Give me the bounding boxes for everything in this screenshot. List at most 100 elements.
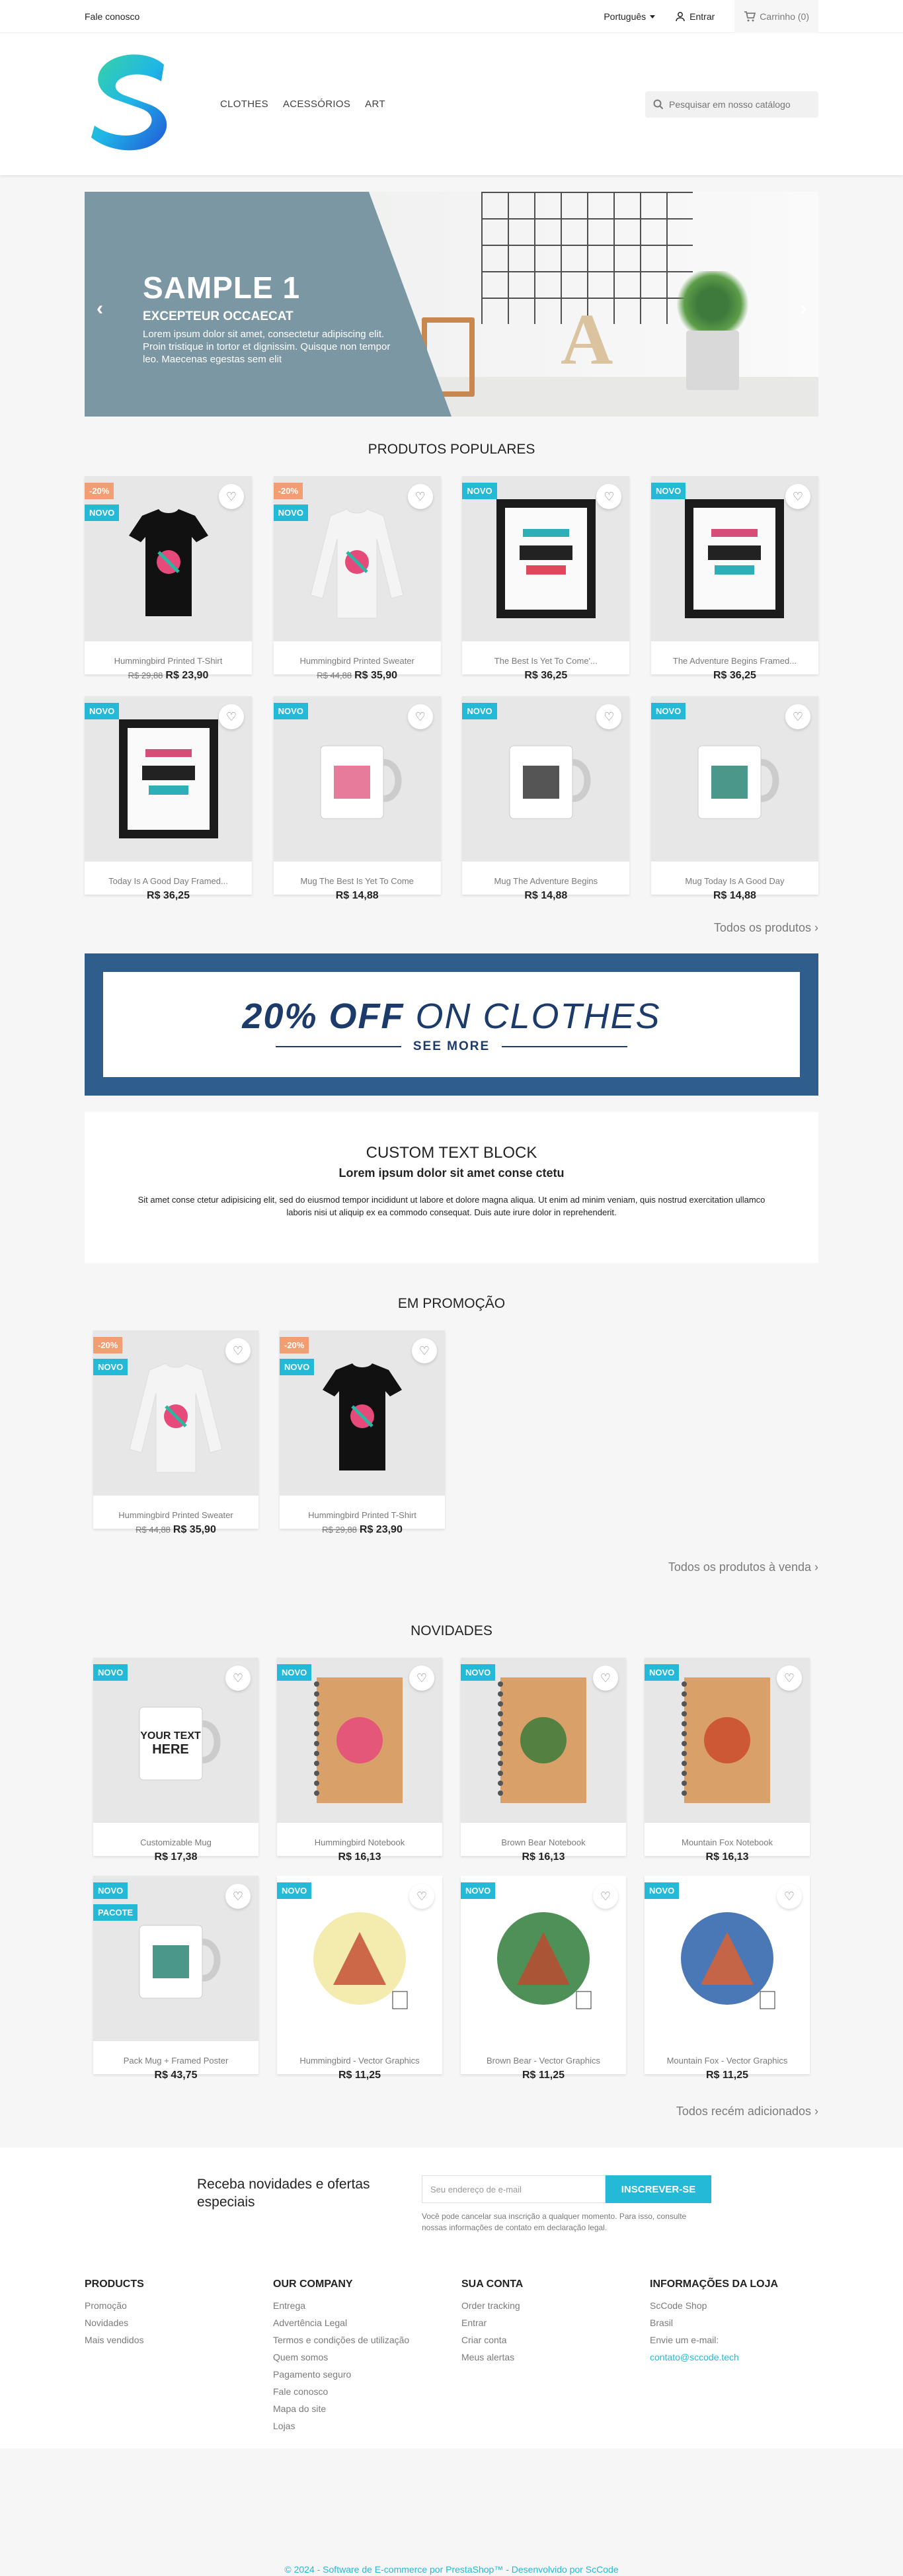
product-card[interactable]: NOVO ♡ Mountain Fox Notebook R$ 16,13 [645,1658,810,1863]
product-name[interactable]: Mug Today Is A Good Day [651,876,818,886]
product-name[interactable]: Hummingbird Printed Sweater [93,1510,258,1520]
footer-link[interactable]: Mapa do site [273,2400,461,2417]
product-name[interactable]: The Best Is Yet To Come'... [462,656,629,666]
all-sale-link[interactable]: Todos os produtos à venda › [85,1560,818,1574]
contact-link[interactable]: Fale conosco [85,11,139,22]
heart-icon[interactable]: ♡ [225,1666,251,1691]
new-badge: NOVO [277,1882,312,1899]
copyright[interactable]: © 2024 - Software de E-commerce por Pres… [0,2564,903,2575]
heart-icon[interactable]: ♡ [777,1666,802,1691]
menu-item-clothes[interactable]: CLOTHES [220,99,268,110]
sale-products: -20% NOVO ♡ Hummingbird Printed Sweater R$ 4… [85,1330,818,1535]
heart-icon[interactable]: ♡ [593,1666,618,1691]
product-name[interactable]: Brown Bear - Vector Graphics [461,2056,626,2066]
subscribe-button[interactable]: INSCREVER-SE [606,2175,711,2203]
search-input[interactable] [669,99,808,110]
product-card[interactable]: NOVO ♡ The Adventure Begins Framed... R$ 36… [650,476,818,681]
footer-link[interactable]: Lojas [273,2417,461,2435]
product-card[interactable]: YOUR TEXT HERE NOVO ♡ Customizable Mug R$ 17,… [93,1658,258,1863]
hero-carousel[interactable]: A SAMPLE 1 EXCEPTEUR OCCAECAT Lorem ipsu… [85,192,818,417]
footer-link[interactable]: Entrar [461,2314,650,2331]
heart-icon[interactable]: ♡ [409,1884,434,1909]
product-card[interactable]: NOVO ♡ Mug Today Is A Good Day R$ 14,88 [650,696,818,901]
new-badge: NOVO [273,504,308,521]
product-name[interactable]: Brown Bear Notebook [461,1837,626,1847]
footer-link[interactable]: Mais vendidos [85,2331,273,2349]
newsletter-email-input[interactable]: Seu endereço de e-mail [422,2175,606,2203]
promo-banner[interactable]: 20% OFF ON CLOTHES SEE MORE [85,953,818,1096]
language-selector[interactable]: Português [604,11,656,22]
footer-products-title: PRODUCTS [85,2278,144,2290]
product-card[interactable]: NOVO ♡ Mountain Fox - Vector Graphics R$ 11… [645,1876,810,2081]
heart-icon[interactable]: ♡ [219,484,244,509]
product-card[interactable]: NOVO ♡ Brown Bear Notebook R$ 16,13 [461,1658,626,1863]
product-name[interactable]: Mountain Fox - Vector Graphics [645,2056,810,2066]
chevron-left-icon[interactable]: ‹ [97,298,103,320]
product-name[interactable]: Hummingbird Notebook [277,1837,442,1847]
footer-link[interactable]: contato@sccode.tech [650,2349,818,2366]
footer-link[interactable]: Fale conosco [273,2383,461,2400]
product-name[interactable]: Hummingbird Printed T-Shirt [85,656,252,666]
menu-item-accessories[interactable]: ACESSÓRIOS [283,99,350,110]
product-card[interactable]: NOVO PACOTE ♡ Pack Mug + Framed Poster R$ 43… [93,1876,258,2081]
heart-icon[interactable]: ♡ [409,1666,434,1691]
heart-icon[interactable]: ♡ [219,704,244,729]
footer-link[interactable]: Entrega [273,2297,461,2314]
signin-link[interactable]: Entrar [675,11,715,22]
product-name[interactable]: The Adventure Begins Framed... [651,656,818,666]
heart-icon[interactable]: ♡ [593,1884,618,1909]
product-card[interactable]: NOVO ♡ The Best Is Yet To Come'... R$ 36,25 [462,476,630,681]
heart-icon[interactable]: ♡ [407,704,433,729]
all-products-link[interactable]: Todos os produtos › [85,921,818,935]
product-name[interactable]: Hummingbird - Vector Graphics [277,2056,442,2066]
product-card[interactable]: -20% NOVO ♡ Hummingbird Printed T-Shirt R$ 2… [85,476,252,681]
product-name[interactable]: Hummingbird Printed Sweater [274,656,441,666]
product-price: R$ 44,88 R$ 35,90 [136,1524,216,1535]
footer-link[interactable]: Criar conta [461,2331,650,2349]
footer-link[interactable]: Advertência Legal [273,2314,461,2331]
product-card[interactable]: NOVO ♡ Mug The Adventure Begins R$ 14,88 [462,696,630,901]
new-badge: NOVO [277,1664,312,1681]
product-card[interactable]: NOVO ♡ Brown Bear - Vector Graphics R$ 11,2… [461,1876,626,2081]
pack-badge: PACOTE [93,1904,138,1921]
slide-subtitle: EXCEPTEUR OCCAECAT [143,309,294,323]
product-card[interactable]: NOVO ♡ Hummingbird - Vector Graphics R$ 11,… [277,1876,442,2081]
new-products: YOUR TEXT HERE NOVO ♡ Customizable Mug R$ 17,… [85,1658,818,2081]
heart-icon[interactable]: ♡ [785,704,810,729]
heart-icon[interactable]: ♡ [225,1338,251,1363]
footer-link[interactable]: Order tracking [461,2297,650,2314]
product-card[interactable]: -20% NOVO ♡ Hummingbird Printed Sweater R$ 4… [93,1330,258,1535]
product-card[interactable]: -20% NOVO ♡ Hummingbird Printed Sweater R$ 4… [273,476,441,681]
product-price: R$ 14,88 [335,890,379,901]
cart-button[interactable]: Carrinho (0) [734,0,818,33]
product-card[interactable]: NOVO ♡ Hummingbird Notebook R$ 16,13 [277,1658,442,1863]
product-card[interactable]: NOVO ♡ Mug The Best Is Yet To Come R$ 14,88 [273,696,441,901]
product-name[interactable]: Pack Mug + Framed Poster [93,2056,258,2066]
heart-icon[interactable]: ♡ [225,1884,251,1909]
product-price: R$ 29,88 R$ 23,90 [128,670,209,681]
footer-link[interactable]: Meus alertas [461,2349,650,2366]
product-card[interactable]: NOVO ♡ Today Is A Good Day Framed... R$ 36,… [85,696,252,901]
footer-link[interactable]: Quem somos [273,2349,461,2366]
product-name[interactable]: Mug The Best Is Yet To Come [274,876,441,886]
footer-link[interactable]: Novidades [85,2314,273,2331]
footer-link[interactable]: Pagamento seguro [273,2366,461,2383]
product-name[interactable]: Mountain Fox Notebook [645,1837,810,1847]
product-name[interactable]: Today Is A Good Day Framed... [85,876,252,886]
search-icon[interactable] [653,99,664,110]
product-name[interactable]: Customizable Mug [93,1837,258,1847]
heart-icon[interactable]: ♡ [407,484,433,509]
heart-icon[interactable]: ♡ [777,1884,802,1909]
product-name[interactable]: Mug The Adventure Begins [462,876,629,886]
heart-icon[interactable]: ♡ [785,484,810,509]
chevron-right-icon[interactable]: › [800,298,806,320]
heart-icon[interactable]: ♡ [412,1338,437,1363]
product-card[interactable]: -20% NOVO ♡ Hummingbird Printed T-Shirt R$ 2… [280,1330,445,1535]
footer-link[interactable]: Termos e condições de utilização [273,2331,461,2349]
footer-link[interactable]: Promoção [85,2297,273,2314]
product-name[interactable]: Hummingbird Printed T-Shirt [280,1510,445,1520]
menu-item-art[interactable]: ART [365,99,385,110]
see-more[interactable]: SEE MORE [275,1039,628,1054]
store-logo[interactable] [85,46,180,162]
all-new-link[interactable]: Todos recém adicionados › [85,2105,818,2118]
